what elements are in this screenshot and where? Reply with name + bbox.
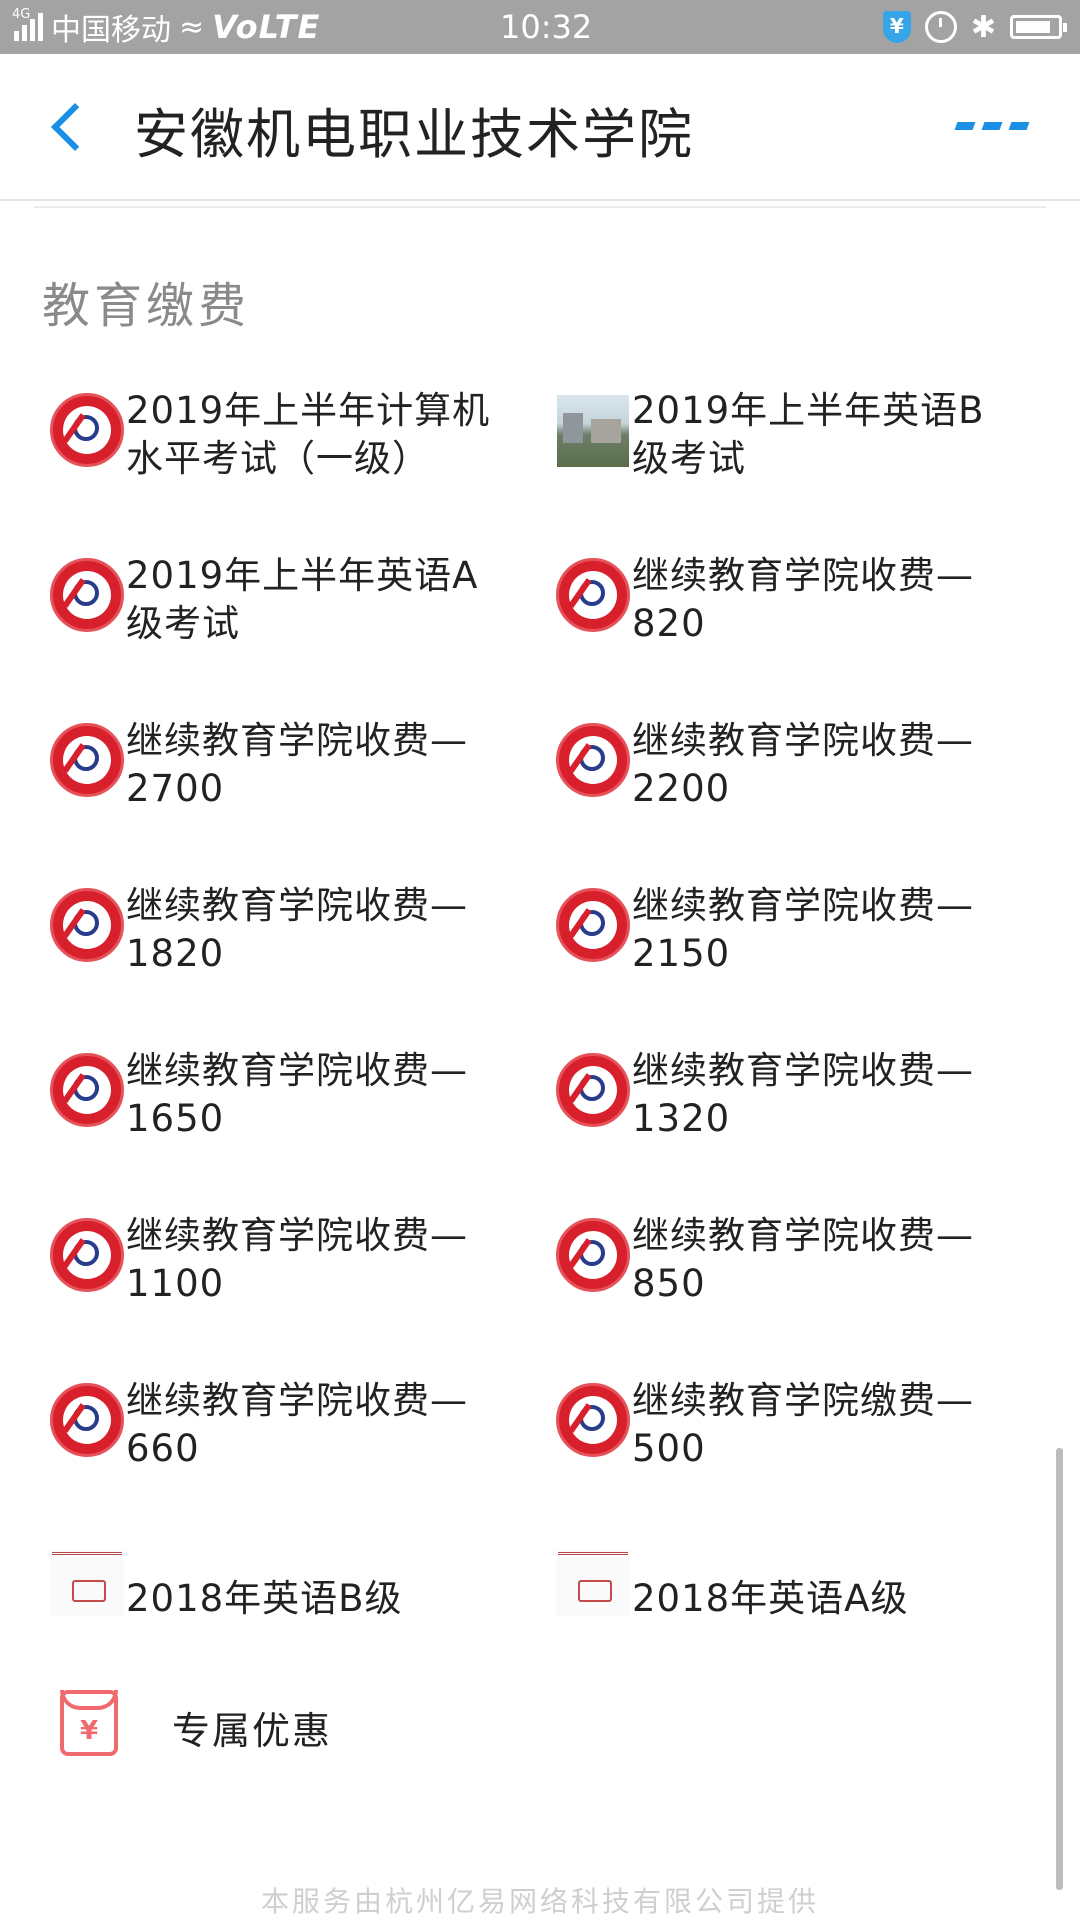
payment-item[interactable]: 继续教育学院收费—1650 xyxy=(0,1015,520,1165)
payment-item-label: 继续教育学院收费—2200 xyxy=(632,719,974,810)
payment-item-label: 继续教育学院收费—1320 xyxy=(632,1049,974,1140)
red-envelope-icon[interactable]: ¥ xyxy=(60,1690,118,1756)
college-logo-icon xyxy=(556,888,630,962)
payment-item[interactable]: 继续教育学院收费—1820 xyxy=(0,850,520,1000)
battery-icon xyxy=(1010,15,1067,39)
carrier-name: 中国移动 xyxy=(51,13,171,48)
app-header: 安徽机电职业技术学院 xyxy=(0,54,1080,201)
payment-item-label: 继续教育学院收费—820 xyxy=(632,554,974,645)
more-button[interactable] xyxy=(954,122,1030,130)
header-divider xyxy=(34,206,1046,208)
page-title: 安徽机电职业技术学院 xyxy=(134,103,694,166)
payment-item[interactable]: 2018年英语B级 xyxy=(0,1510,520,1660)
payment-item[interactable]: 继续教育学院收费—850 xyxy=(506,1180,1026,1330)
certificate-icon xyxy=(50,1550,124,1616)
volte-indicator: VoLTE xyxy=(212,8,321,46)
wifi-icon: ≈ xyxy=(179,9,205,45)
yen-symbol: ¥ xyxy=(79,1716,99,1746)
college-logo-icon xyxy=(50,1053,124,1127)
payment-item[interactable]: 2019年上半年英语B级考试 xyxy=(506,355,1026,505)
payment-item-label: 2019年上半年英语A级考试 xyxy=(126,554,479,645)
campus-photo-icon xyxy=(557,395,629,467)
payment-item-label: 继续教育学院收费—1820 xyxy=(126,884,468,975)
status-time: 10:32 xyxy=(500,8,593,46)
payment-item[interactable]: 2018年英语A级 xyxy=(506,1510,1026,1660)
back-button[interactable] xyxy=(48,100,88,156)
college-logo-icon xyxy=(556,723,630,797)
status-bar: 4G 中国移动 ≈ VoLTE 10:32 ¥ ✱ xyxy=(0,0,1080,54)
payment-item[interactable]: 继续教育学院收费—660 xyxy=(0,1345,520,1495)
payment-item-label: 2018年英语A级 xyxy=(632,1577,909,1620)
more-dots-icon xyxy=(954,122,976,130)
payment-item-label: 继续教育学院收费—2150 xyxy=(632,884,974,975)
college-logo-icon xyxy=(50,1218,124,1292)
payment-item-label: 2019年上半年英语B级考试 xyxy=(632,389,985,480)
payment-item[interactable]: 继续教育学院收费—2150 xyxy=(506,850,1026,1000)
scrollbar[interactable] xyxy=(1056,1448,1063,1890)
college-logo-icon xyxy=(50,888,124,962)
payment-item-label: 继续教育学院收费—1650 xyxy=(126,1049,468,1140)
footer-text: 本服务由杭州亿易网络科技有限公司提供 xyxy=(260,1885,819,1918)
college-logo-icon xyxy=(50,1383,124,1457)
signal-icon: 4G xyxy=(12,7,43,41)
payment-item-label: 2019年上半年计算机水平考试（一级） xyxy=(126,389,491,480)
special-offer-link[interactable]: 专属优惠 xyxy=(172,1700,332,1755)
payment-item-label: 继续教育学院收费—1100 xyxy=(126,1214,468,1305)
network-tag: 4G xyxy=(12,7,31,22)
payment-item[interactable]: 继续教育学院收费—2200 xyxy=(506,685,1026,835)
bluetooth-icon: ✱ xyxy=(970,9,996,45)
status-left: 4G 中国移动 ≈ VoLTE xyxy=(12,0,321,54)
payment-item[interactable]: 继续教育学院收费—820 xyxy=(506,520,1026,670)
college-logo-icon xyxy=(556,1218,630,1292)
payment-item-label: 继续教育学院缴费—500 xyxy=(632,1379,974,1470)
shield-yen-icon: ¥ xyxy=(882,11,911,43)
college-logo-icon xyxy=(50,558,124,632)
payment-item[interactable]: 继续教育学院缴费—500 xyxy=(506,1345,1026,1495)
college-logo-icon xyxy=(556,558,630,632)
payment-item[interactable]: 继续教育学院收费—1320 xyxy=(506,1015,1026,1165)
payment-item[interactable]: 2019年上半年英语A级考试 xyxy=(0,520,520,670)
college-logo-icon xyxy=(50,393,124,467)
payment-item-label: 继续教育学院收费—2700 xyxy=(126,719,468,810)
status-right: ¥ ✱ xyxy=(882,0,1067,54)
college-logo-icon xyxy=(556,1053,630,1127)
payment-item[interactable]: 2019年上半年计算机水平考试（一级） xyxy=(0,355,520,505)
certificate-icon xyxy=(556,1550,630,1616)
payment-item-label: 2018年英语B级 xyxy=(126,1577,403,1620)
payment-item-label: 继续教育学院收费—850 xyxy=(632,1214,974,1305)
alarm-icon xyxy=(924,11,957,43)
payment-item[interactable]: 继续教育学院收费—1100 xyxy=(0,1180,520,1330)
payment-item-label: 继续教育学院收费—660 xyxy=(126,1379,468,1470)
payment-item[interactable]: 继续教育学院收费—2700 xyxy=(0,685,520,835)
college-logo-icon xyxy=(50,723,124,797)
section-title: 教育缴费 xyxy=(42,278,251,334)
college-logo-icon xyxy=(556,1383,630,1457)
